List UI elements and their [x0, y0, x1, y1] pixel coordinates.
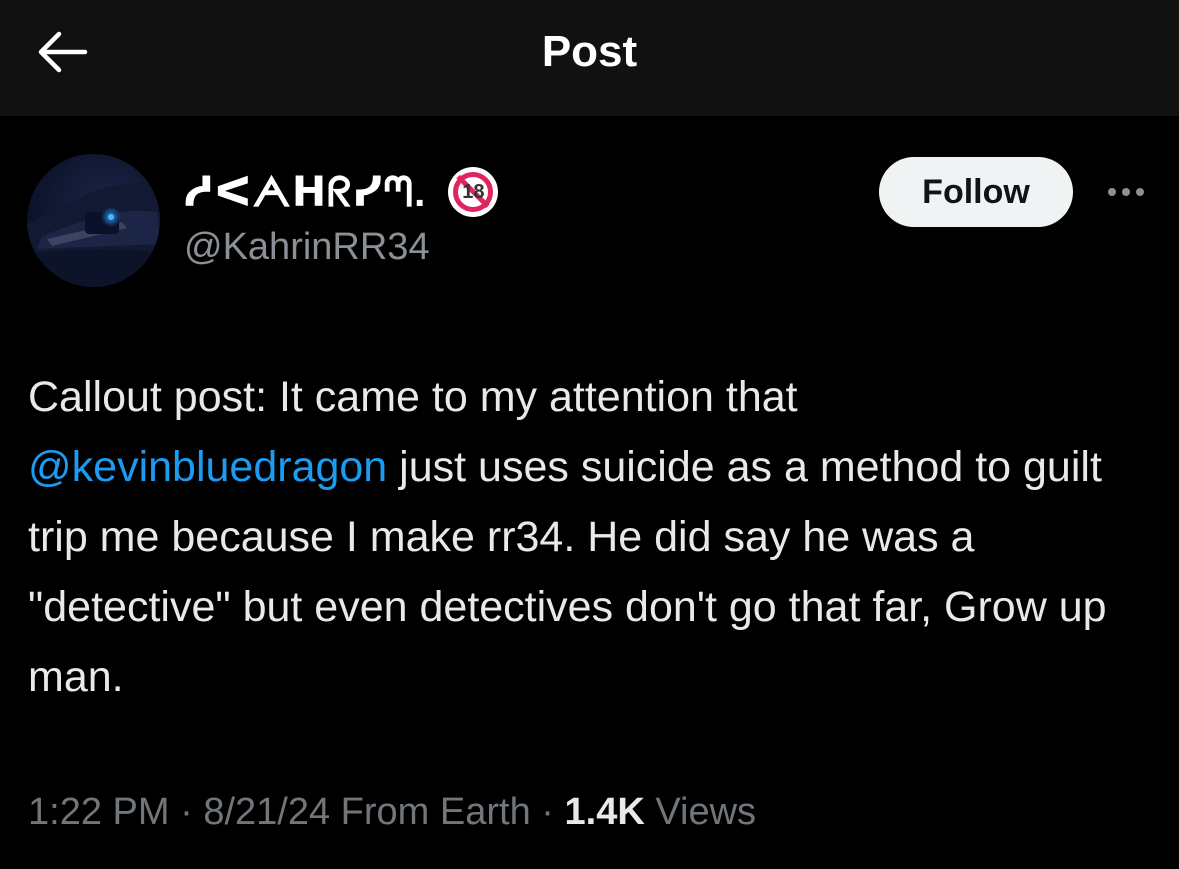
- display-name[interactable]: ᓱᐸᗅᕼᖇᓯᘉ.: [184, 168, 426, 217]
- top-bar: Post: [0, 0, 1179, 116]
- post-text-start: Callout post: It came to my attention th…: [28, 373, 798, 421]
- post-page: Post ᓱᐸᗅᕼᖇᓯᘉ. 18 @KahrinRR34 Follow Call…: [0, 0, 1179, 869]
- user-handle[interactable]: @KahrinRR34: [184, 222, 430, 272]
- display-name-row: ᓱᐸᗅᕼᖇᓯᘉ. 18: [184, 164, 499, 220]
- page-title: Post: [541, 27, 638, 76]
- badge-text: 18: [462, 180, 485, 203]
- follow-button[interactable]: Follow: [879, 157, 1073, 227]
- post-source: From Earth: [330, 791, 531, 833]
- post-meta: 1:22 PM · 8/21/24 From Earth · 1.4K View…: [28, 784, 756, 840]
- post-text: Callout post: It came to my attention th…: [28, 362, 1158, 712]
- meta-separator: ·: [169, 791, 204, 833]
- post-date[interactable]: 8/21/24: [203, 791, 330, 833]
- views-count[interactable]: 1.4K: [565, 791, 645, 833]
- more-horizontal-icon-dot: [1122, 188, 1130, 196]
- post-time[interactable]: 1:22 PM: [28, 791, 170, 833]
- more-options-button[interactable]: [1098, 172, 1154, 212]
- no-under-18-icon: 18: [448, 167, 499, 217]
- views-label: Views: [644, 791, 757, 833]
- meta-separator: ·: [530, 791, 565, 833]
- avatar[interactable]: [27, 154, 160, 287]
- avatar-image: [27, 182, 160, 287]
- more-horizontal-icon: [1108, 188, 1116, 196]
- mention-link[interactable]: @kevinbluedragon: [28, 443, 387, 491]
- more-horizontal-icon-dot: [1136, 188, 1144, 196]
